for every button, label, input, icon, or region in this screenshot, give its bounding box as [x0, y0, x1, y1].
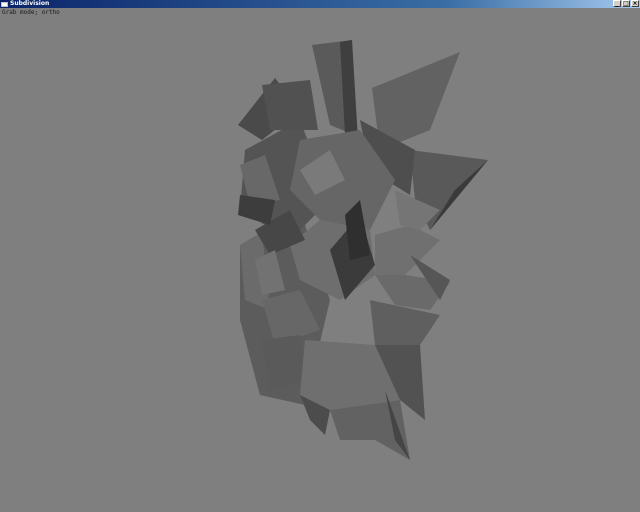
title-bar[interactable]: Subdivision _ □ ×	[0, 0, 640, 8]
window-title: Subdivision	[10, 0, 50, 7]
close-button[interactable]: ×	[631, 0, 639, 7]
app-icon[interactable]	[1, 1, 8, 7]
mode-status-text: Grab mode; ortho	[2, 9, 60, 16]
minimize-button[interactable]: _	[613, 0, 621, 7]
application-window: Subdivision _ □ × Grab mode; ortho	[0, 0, 640, 512]
maximize-button[interactable]: □	[622, 0, 630, 7]
title-bar-buttons: _ □ ×	[613, 0, 639, 8]
mesh-face	[262, 80, 318, 130]
mesh-render	[0, 16, 640, 512]
status-strip	[0, 8, 640, 16]
3d-viewport[interactable]	[0, 16, 640, 512]
